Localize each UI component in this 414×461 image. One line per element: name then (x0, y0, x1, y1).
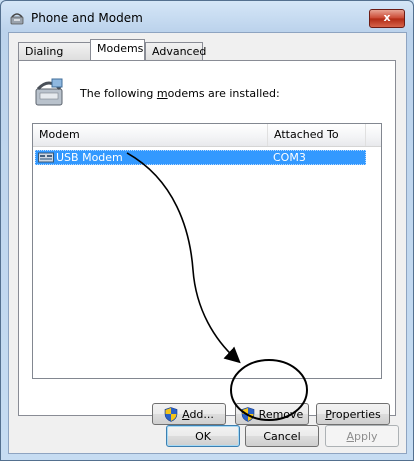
column-header-attached-to[interactable]: Attached To (268, 124, 366, 146)
tab-advanced[interactable]: Advanced (145, 42, 207, 60)
modem-name: USB Modem (56, 151, 123, 164)
apply-button-label: Apply (346, 429, 378, 443)
properties-button[interactable]: Properties (316, 403, 390, 425)
tab-modems[interactable]: Modems (90, 39, 145, 60)
tab-label: Modems (97, 42, 144, 55)
modem-device-icon (38, 152, 54, 163)
column-header-modem[interactable]: Modem (33, 124, 268, 146)
phone-modem-icon (10, 13, 24, 25)
close-icon: x (383, 11, 391, 24)
modem-port: COM3 (273, 151, 306, 164)
modems-tab-panel: The following modems are installed: Mode… (18, 60, 396, 425)
tab-label: Advanced (152, 45, 207, 58)
modem-phone-icon (35, 78, 63, 106)
tab-dialing-rules[interactable]: Dialing Rules (18, 42, 91, 75)
remove-modem-button[interactable]: Remove (235, 403, 309, 425)
list-header: Modem Attached To (33, 124, 381, 147)
ok-button-label: OK (195, 429, 211, 443)
cancel-button-label: Cancel (263, 429, 301, 443)
add-button-label: Add... (182, 407, 214, 421)
window-title: Phone and Modem (31, 11, 143, 25)
remove-button-label: Remove (258, 407, 304, 421)
installed-modems-label: The following modems are installed: (80, 87, 280, 100)
uac-shield-icon (164, 406, 178, 422)
cancel-button[interactable]: Cancel (245, 425, 319, 447)
apply-button[interactable]: Apply (325, 425, 399, 447)
dialog-client-area: Dialing Rules Modems Advanced The follow… (8, 32, 407, 454)
uac-shield-icon (241, 406, 254, 422)
ok-button[interactable]: OK (166, 425, 240, 447)
add-modem-button[interactable]: Add... (152, 403, 226, 425)
list-item[interactable]: USB Modem COM3 (35, 150, 366, 165)
title-bar[interactable]: Phone and Modem x (1, 1, 413, 35)
close-button[interactable]: x (369, 9, 405, 28)
modems-list[interactable]: Modem Attached To USB Modem COM3 (32, 123, 382, 379)
properties-button-label: Properties (325, 407, 381, 421)
phone-and-modem-window: Phone and Modem x Dialing Rules Modems A… (0, 0, 414, 461)
